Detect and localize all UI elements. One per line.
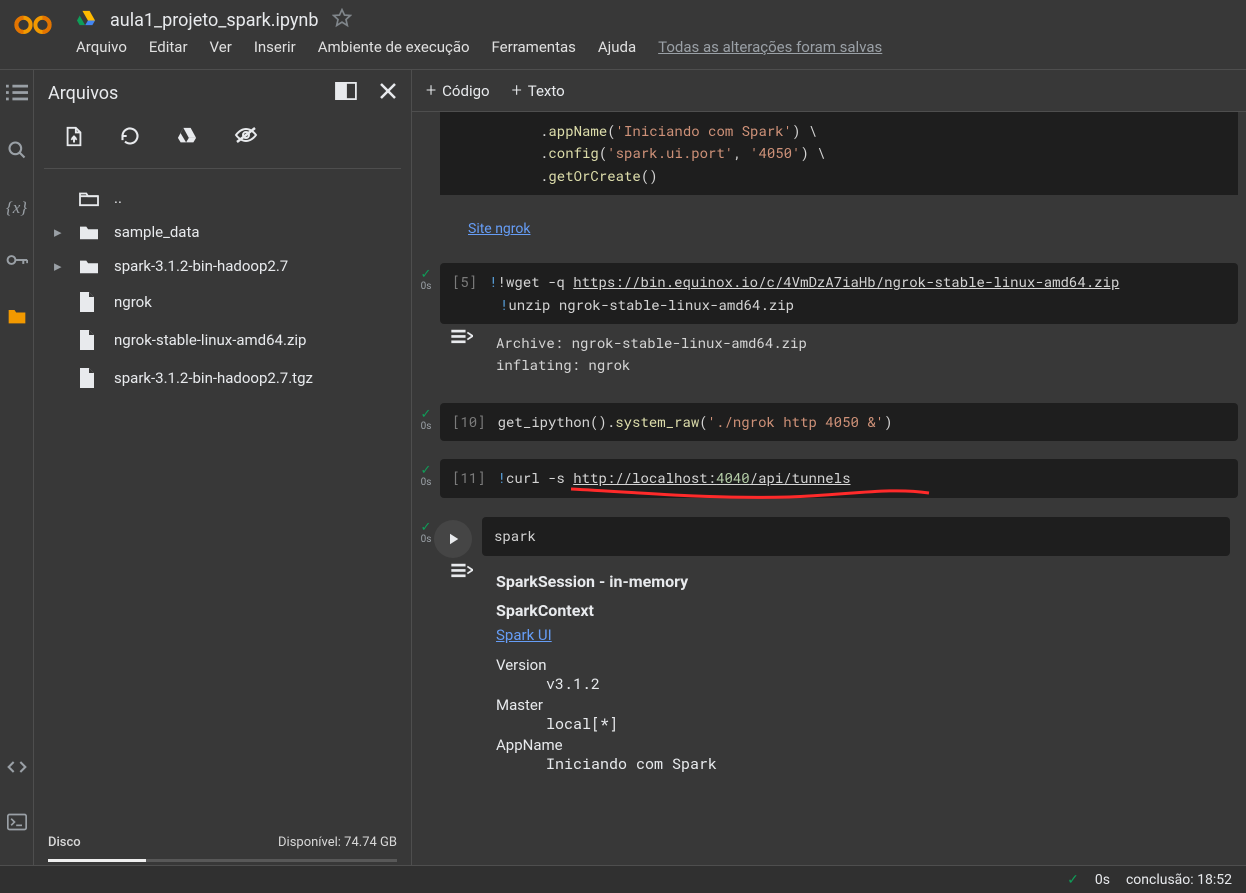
file-label: .. <box>114 189 122 207</box>
save-status[interactable]: Todas as alterações foram salvas <box>658 38 882 56</box>
menu-help[interactable]: Ajuda <box>598 38 636 56</box>
file-row-up[interactable]: .. <box>34 181 411 215</box>
plus-icon: + <box>426 80 436 101</box>
annotation-underline-icon <box>569 485 939 505</box>
file-row[interactable]: ngrok-stable-linux-amd64.zip <box>34 321 411 359</box>
disk-label: Disco <box>48 835 81 850</box>
file-tree: .. ▸ sample_data ▸ spark-3.1.2-bin-hadoo… <box>34 169 411 829</box>
code-cell[interactable]: [11]!curl -s http://localhost:4040/api/t… <box>440 459 1238 497</box>
toggle-hidden-icon[interactable] <box>234 126 258 152</box>
file-row-folder[interactable]: ▸ spark-3.1.2-bin-hadoop2.7 <box>34 249 411 283</box>
colab-logo[interactable] <box>14 12 54 37</box>
mount-drive-icon[interactable] <box>176 126 198 152</box>
spark-ui-link[interactable]: Spark UI <box>496 626 552 644</box>
spark-context-title: SparkContext <box>496 601 717 620</box>
file-label: ngrok-stable-linux-amd64.zip <box>114 331 306 349</box>
file-label: ngrok <box>114 293 152 311</box>
menu-edit[interactable]: Editar <box>149 38 188 56</box>
menu-bar: Arquivo Editar Ver Inserir Ambiente de e… <box>76 38 1232 56</box>
code-cell[interactable]: [5]!!wget -q https://bin.equinox.io/c/4V… <box>440 263 1238 324</box>
check-icon: ✓ <box>1067 872 1079 888</box>
upload-icon[interactable] <box>64 126 84 152</box>
code-cell[interactable]: spark <box>482 517 1230 555</box>
file-row[interactable]: ngrok <box>34 283 411 321</box>
output-toggle-icon[interactable] <box>440 558 484 578</box>
files-icon[interactable] <box>7 306 27 328</box>
plus-icon: + <box>512 80 522 101</box>
notebook-title[interactable]: aula1_projeto_spark.ipynb <box>110 10 318 31</box>
menu-runtime[interactable]: Ambiente de execução <box>318 38 470 56</box>
search-icon[interactable] <box>7 140 27 164</box>
popout-icon[interactable] <box>335 82 357 104</box>
spark-session-title: SparkSession - in-memory <box>496 572 717 591</box>
check-icon: ✓ <box>421 268 432 281</box>
disk-usage-bar <box>48 859 397 862</box>
left-rail: {x} <box>0 70 34 865</box>
file-label: spark-3.1.2-bin-hadoop2.7.tgz <box>114 369 313 387</box>
close-icon[interactable] <box>379 82 397 104</box>
add-text-button[interactable]: +Texto <box>512 80 565 101</box>
refresh-icon[interactable] <box>120 126 140 152</box>
secrets-icon[interactable] <box>6 252 28 272</box>
header: aula1_projeto_spark.ipynb Arquivo Editar… <box>0 0 1246 70</box>
toc-icon[interactable] <box>6 84 28 106</box>
menu-insert[interactable]: Inserir <box>254 38 296 56</box>
files-panel-title: Arquivos <box>48 83 335 104</box>
star-icon[interactable] <box>332 8 352 32</box>
status-text: conclusão: 18:52 <box>1126 872 1232 888</box>
menu-file[interactable]: Arquivo <box>76 38 127 56</box>
run-cell-button[interactable] <box>434 520 472 558</box>
menu-view[interactable]: Ver <box>210 38 232 56</box>
file-row[interactable]: spark-3.1.2-bin-hadoop2.7.tgz <box>34 359 411 397</box>
add-code-button[interactable]: +Código <box>426 80 490 101</box>
code-snippets-icon[interactable] <box>7 759 27 779</box>
files-panel: Arquivos <box>34 70 412 865</box>
drive-icon <box>76 8 96 32</box>
disk-available: Disponível: 74.74 GB <box>278 835 397 850</box>
terminal-icon[interactable] <box>7 813 27 835</box>
code-cell[interactable]: [10]get_ipython().system_raw('./ngrok ht… <box>440 403 1238 441</box>
file-label: sample_data <box>114 223 200 241</box>
notebook-area: +Código +Texto .appName('Iniciando com S… <box>412 70 1246 865</box>
site-ngrok-link[interactable]: Site ngrok <box>468 221 530 237</box>
output-block: Archive: ngrok-stable-linux-amd64.zip in… <box>484 324 1246 385</box>
output-toggle-icon[interactable] <box>440 324 484 344</box>
status-time: 0s <box>1095 872 1110 888</box>
code-cell[interactable]: .appName('Iniciando com Spark') \ .confi… <box>440 112 1238 195</box>
menu-tools[interactable]: Ferramentas <box>492 38 576 56</box>
status-bar: ✓ 0s conclusão: 18:52 <box>0 865 1246 893</box>
file-row-folder[interactable]: ▸ sample_data <box>34 215 411 249</box>
spark-output: SparkSession - in-memory SparkContext Sp… <box>484 558 729 794</box>
check-icon: ✓ <box>421 464 432 477</box>
check-icon: ✓ <box>421 521 432 534</box>
wget-url[interactable]: https://bin.equinox.io/c/4VmDzA7iaHb/ngr… <box>573 272 1119 291</box>
file-label: spark-3.1.2-bin-hadoop2.7 <box>114 257 288 275</box>
check-icon: ✓ <box>421 408 432 421</box>
notebook-toolbar: +Código +Texto <box>412 70 1246 112</box>
variables-icon[interactable]: {x} <box>6 198 27 218</box>
